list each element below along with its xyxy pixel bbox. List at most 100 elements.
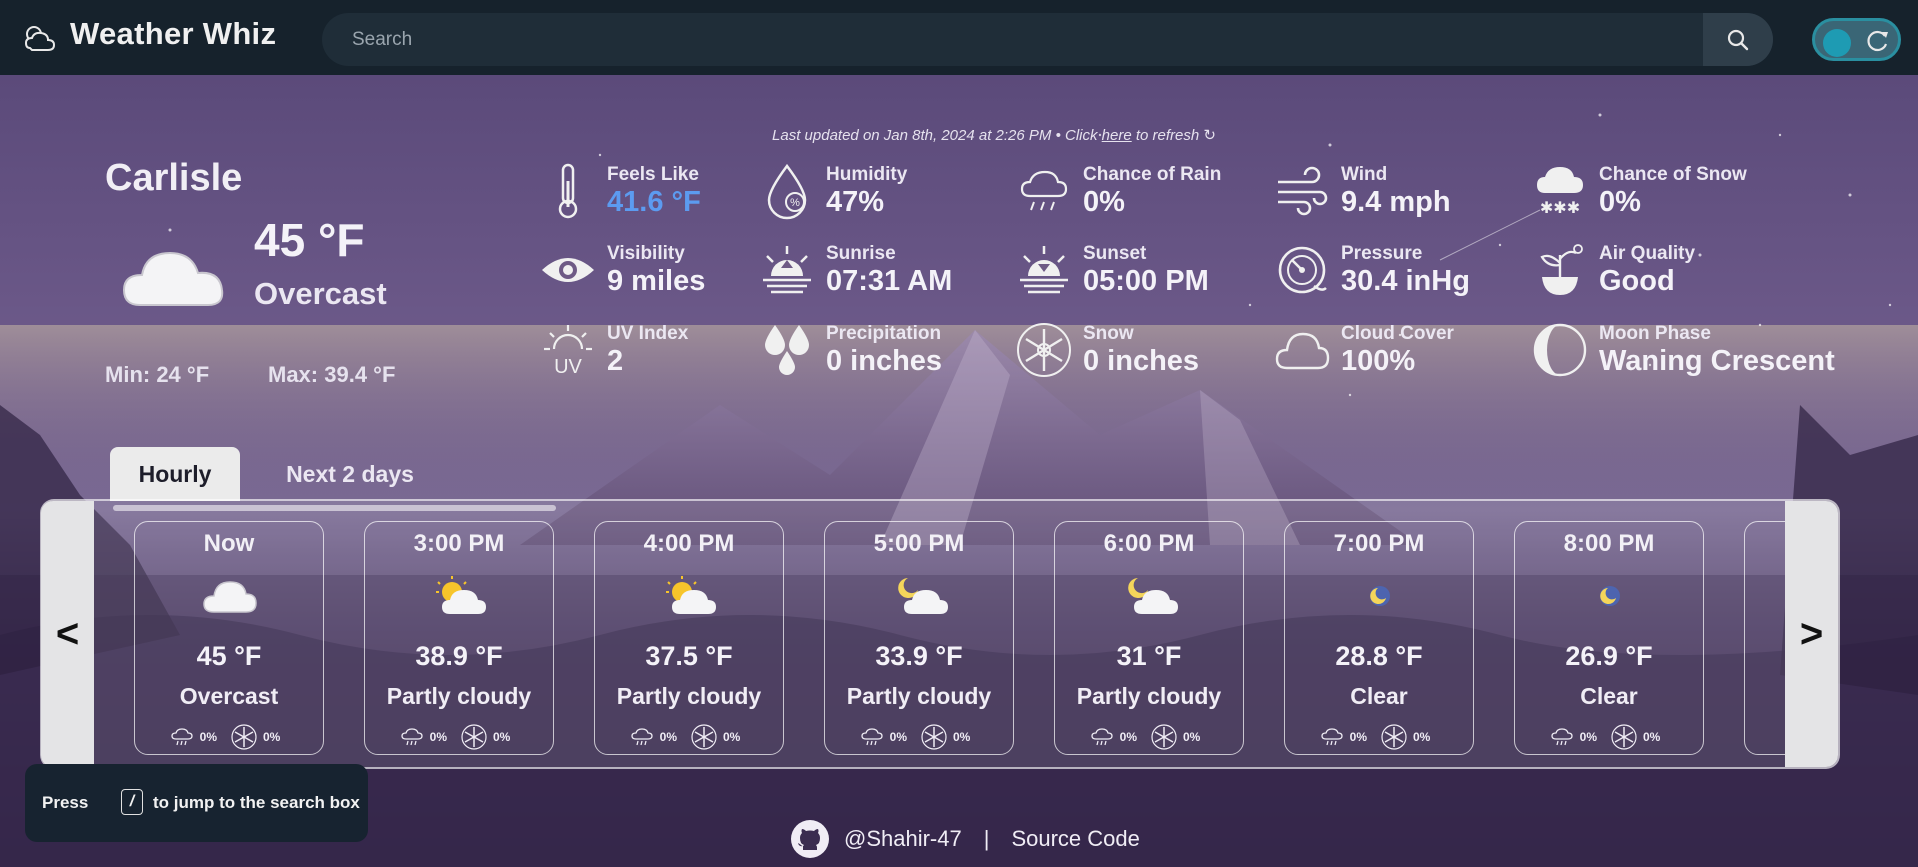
- stat-label: Cloud Cover: [1341, 323, 1454, 344]
- search-button[interactable]: [1703, 13, 1773, 66]
- uv-icon: UV: [537, 319, 599, 381]
- stat-chance-of-rain: Chance of Rain 0%: [1013, 160, 1273, 226]
- snowflake-icon: [461, 724, 487, 750]
- hourly-condition: Partly cloudy: [386, 683, 532, 709]
- snowflake-icon: [691, 724, 717, 750]
- wind-icon: [1271, 160, 1333, 222]
- stat-value: 0%: [1083, 186, 1125, 218]
- hourly-temperature: 31 °F: [1116, 641, 1182, 671]
- hourly-rain-chance: 0%: [1579, 730, 1597, 744]
- stat-value: 0 inches: [826, 345, 943, 377]
- stat-wind: Wind 9.4 mph: [1271, 160, 1531, 226]
- hourly-rain-chance: 0%: [1349, 730, 1367, 744]
- slash-key: /: [121, 789, 143, 815]
- precipitation-icon: [756, 319, 818, 381]
- hourly-snow-chance: 0%: [263, 730, 281, 744]
- hourly-snow-chance: 0%: [1183, 730, 1201, 744]
- sunrise-icon: [756, 239, 818, 301]
- stat-label: Air Quality: [1599, 243, 1696, 264]
- next-button[interactable]: >: [1785, 501, 1838, 767]
- refresh-icon: [1867, 30, 1888, 52]
- hourly-card: 7:00 PM 28.8 °F Clear 0% 0%: [1284, 521, 1474, 755]
- hourly-cards-scroller[interactable]: Now 45 °F Overcast 0% 0% 3:00 PM 38.9 °F Partly…: [94, 501, 1785, 767]
- hourly-rain-chance: 0%: [659, 730, 677, 744]
- stat-label: Snow: [1083, 323, 1134, 344]
- stat-value: Good: [1599, 265, 1675, 297]
- hourly-temperature: 45 °F: [196, 641, 262, 671]
- hourly-snow-chance: 0%: [953, 730, 971, 744]
- hourly-chances: 0% 0%: [595, 724, 783, 750]
- source-code-link[interactable]: Source Code: [1011, 826, 1139, 852]
- snowflake-icon: [1013, 319, 1075, 381]
- rain-cloud-icon: [631, 728, 653, 746]
- prev-button[interactable]: <: [41, 501, 94, 767]
- stat-chance-of-snow: ✱✱✱ Chance of Snow 0%: [1529, 160, 1789, 226]
- moon-phase-icon: [1529, 319, 1591, 381]
- hourly-chances: 0% 0%: [825, 724, 1013, 750]
- stat-label: Visibility: [607, 243, 685, 264]
- hourly-snow-chance: 0%: [1413, 730, 1431, 744]
- moon-icon: [1350, 574, 1410, 618]
- max-temp: Max: 39.4 °F: [268, 362, 396, 387]
- search-input[interactable]: [322, 13, 1702, 66]
- moon-cloud-icon: [890, 574, 950, 618]
- cloud-icon: [200, 574, 260, 618]
- rain-cloud-icon: [401, 728, 423, 746]
- toggle-knob: [1823, 29, 1851, 57]
- air-quality-icon: [1529, 239, 1591, 301]
- stat-label: Humidity: [826, 164, 908, 185]
- footer: @Shahir-47 | Source Code: [790, 818, 1140, 860]
- hourly-card: 4:00 PM 37.5 °F Partly cloudy 0% 0%: [594, 521, 784, 755]
- stat-label: Pressure: [1341, 243, 1423, 264]
- svg-text:%: %: [790, 197, 800, 209]
- eye-icon: [537, 239, 599, 301]
- hourly-temperature: 28.8 °F: [1335, 641, 1423, 671]
- hourly-card-partial: [1744, 521, 1785, 755]
- footer-separator: |: [983, 826, 990, 851]
- moon-icon: [1580, 574, 1640, 618]
- app-title[interactable]: Weather Whiz: [70, 16, 276, 52]
- hourly-time: Now: [203, 530, 255, 557]
- horizontal-scrollbar[interactable]: [113, 505, 556, 511]
- thermometer-icon: [537, 160, 599, 222]
- current-condition: Overcast: [254, 276, 387, 311]
- svg-text:UV: UV: [554, 356, 582, 378]
- hourly-card: 3:00 PM 38.9 °F Partly cloudy 0% 0%: [364, 521, 554, 755]
- hourly-temperature: 37.5 °F: [645, 641, 733, 671]
- stat-value: 100%: [1341, 345, 1416, 377]
- hourly-rain-chance: 0%: [889, 730, 907, 744]
- hourly-temperature: 33.9 °F: [875, 641, 963, 671]
- hourly-card: 6:00 PM 31 °F Partly cloudy 0% 0%: [1054, 521, 1244, 755]
- hourly-time: 3:00 PM: [413, 530, 505, 557]
- cloud-icon: [1271, 319, 1333, 381]
- tab-next-2-days[interactable]: Next 2 days: [270, 447, 430, 501]
- hourly-condition: Overcast: [179, 683, 279, 709]
- min-temp: Min: 24 °F: [105, 362, 210, 387]
- hourly-condition: Partly cloudy: [1076, 683, 1222, 709]
- stat-moon-phase: Moon Phase Waning Crescent: [1529, 319, 1835, 385]
- refresh-link[interactable]: here: [1102, 127, 1132, 144]
- rain-cloud-icon: [1551, 728, 1573, 746]
- stat-cloud-cover: Cloud Cover 100%: [1271, 319, 1531, 385]
- hourly-temperature: 38.9 °F: [415, 641, 503, 671]
- hourly-chances: 0% 0%: [1515, 724, 1703, 750]
- stat-label: Sunset: [1083, 243, 1147, 264]
- github-username[interactable]: @Shahir-47: [844, 826, 962, 852]
- last-updated: Last updated on Jan 8th, 2024 at 2:26 PM…: [0, 126, 1918, 144]
- weather-logo-icon[interactable]: [20, 18, 60, 58]
- snowflake-icon: [1381, 724, 1407, 750]
- tab-hourly[interactable]: Hourly: [110, 447, 240, 501]
- snowflake-icon: [1151, 724, 1177, 750]
- rain-cloud-icon: [171, 728, 193, 746]
- last-updated-text: Last updated on Jan 8th, 2024 at 2:26 PM…: [772, 127, 1102, 144]
- snow-cloud-icon: ✱✱✱: [1529, 160, 1591, 222]
- theme-toggle[interactable]: [1812, 18, 1901, 61]
- github-icon[interactable]: [790, 819, 830, 859]
- hourly-chances: 0% 0%: [135, 724, 323, 750]
- stat-pressure: Pressure 30.4 inHg: [1271, 239, 1531, 305]
- stat-precipitation: Precipitation 0 inches: [756, 319, 1016, 385]
- hourly-card: 5:00 PM 33.9 °F Partly cloudy 0% 0%: [824, 521, 1014, 755]
- stat-label: Chance of Rain: [1083, 164, 1222, 185]
- stat-air-quality: Air Quality Good: [1529, 239, 1789, 305]
- rain-cloud-icon: [861, 728, 883, 746]
